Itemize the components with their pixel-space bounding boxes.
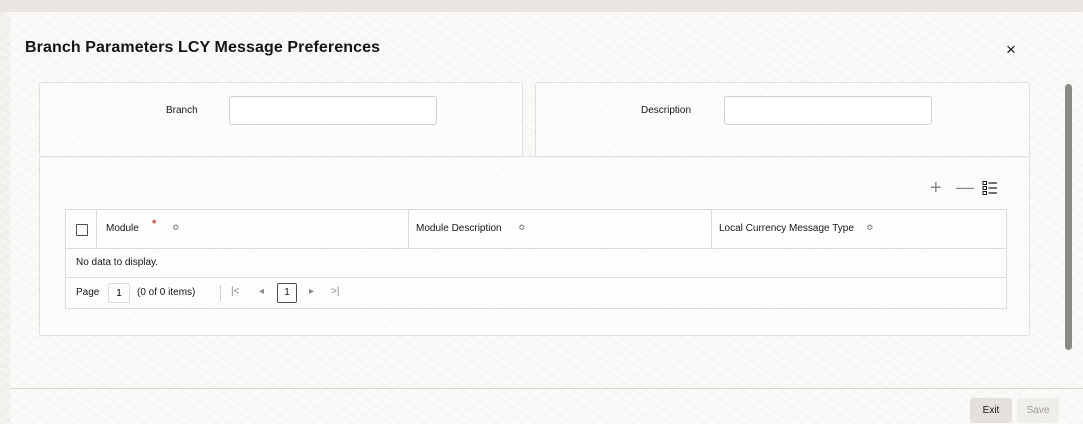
pager-separator	[220, 285, 221, 301]
empty-table-message: No data to display.	[76, 257, 159, 268]
add-row-button[interactable]: +	[930, 178, 942, 198]
footer-divider	[10, 388, 1083, 389]
exit-button[interactable]: Exit	[970, 398, 1012, 423]
last-page-icon[interactable]: >|	[331, 286, 339, 297]
save-button[interactable]: Save	[1017, 398, 1059, 423]
branch-label: Branch	[166, 105, 198, 116]
first-page-icon[interactable]: |<	[231, 286, 239, 297]
sort-icon[interactable]: ≎	[518, 222, 526, 232]
sort-icon[interactable]: ≎	[172, 222, 180, 232]
column-separator	[96, 210, 97, 248]
page-label: Page	[76, 287, 100, 298]
required-marker: *	[152, 218, 157, 230]
dialog-title: Branch Parameters LCY Message Preference…	[25, 39, 381, 56]
description-input[interactable]	[724, 96, 932, 125]
items-count: (0 of 0 items)	[137, 287, 196, 298]
close-icon[interactable]: ×	[1001, 40, 1021, 60]
description-label: Description	[641, 105, 692, 116]
list-settings-icon-svg	[982, 181, 997, 195]
column-separator	[408, 210, 409, 248]
sort-icon[interactable]: ≎	[866, 222, 874, 232]
column-separator	[711, 210, 712, 248]
vertical-scrollbar[interactable]	[1065, 84, 1072, 350]
branch-input[interactable]	[229, 96, 437, 125]
remove-row-button[interactable]: —	[956, 178, 974, 196]
page-button-current[interactable]: 1	[277, 283, 297, 303]
column-header-module-description[interactable]: Module Description	[416, 223, 502, 234]
pagination-bar: Page (0 of 0 items) |< ◂ 1 ▸ >|	[66, 277, 1006, 309]
window-top-strip	[0, 0, 1083, 12]
list-settings-icon[interactable]	[982, 180, 998, 196]
select-all-checkbox[interactable]	[76, 224, 88, 236]
preferences-table: Module * ≎ Module Description ≎ Local Cu…	[65, 209, 1007, 309]
page-number-input[interactable]	[108, 283, 130, 303]
previous-page-icon[interactable]: ◂	[259, 286, 264, 297]
table-header: Module * ≎ Module Description ≎ Local Cu…	[66, 210, 1006, 249]
column-header-module[interactable]: Module	[106, 223, 139, 234]
column-header-local-currency-message-type[interactable]: Local Currency Message Type	[719, 223, 854, 234]
next-page-icon[interactable]: ▸	[309, 286, 314, 297]
